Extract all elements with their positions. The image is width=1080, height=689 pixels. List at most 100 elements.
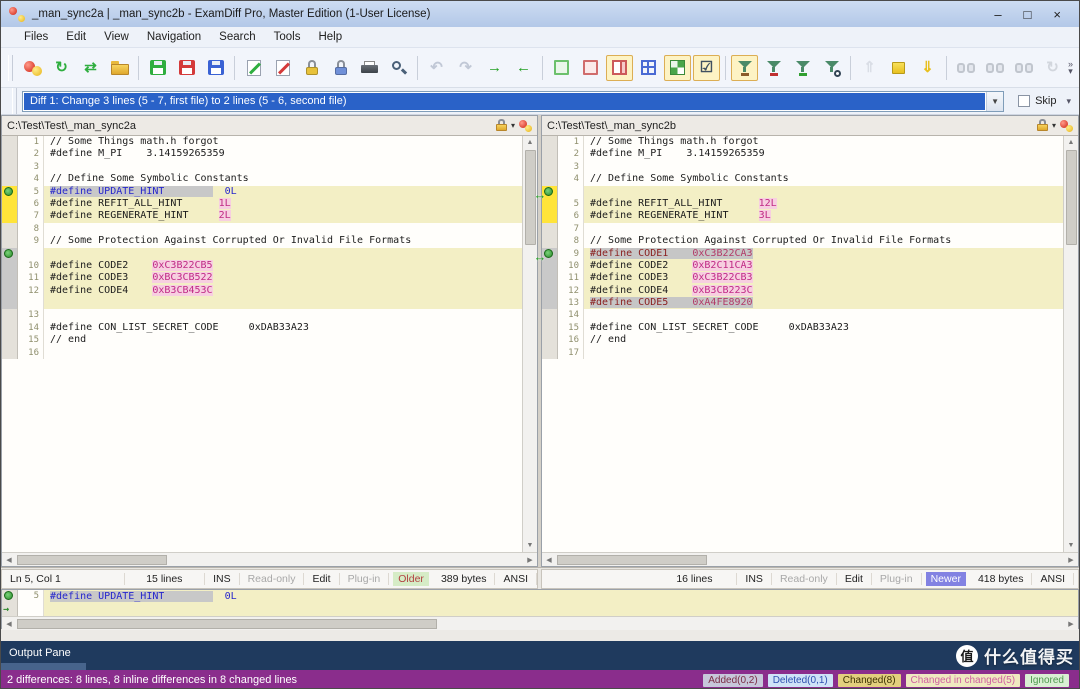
- menu-files[interactable]: Files: [15, 29, 57, 45]
- status-older[interactable]: Older: [393, 572, 429, 586]
- scrollbar-thumb[interactable]: [17, 555, 167, 565]
- right-code-line[interactable]: 2#define M_PI 3.14159265359: [542, 148, 1063, 160]
- filter-include-icon[interactable]: [789, 55, 816, 81]
- detail-horizontal-scrollbar[interactable]: ◀ ▶: [2, 616, 1078, 630]
- left-code-line[interactable]: 10#define CODE2 0xC3B22CB5: [2, 260, 522, 272]
- compare-icon[interactable]: [519, 120, 532, 132]
- current-block-icon[interactable]: [885, 55, 912, 81]
- save-both-icon[interactable]: [202, 55, 229, 81]
- badge-ignored[interactable]: Ignored: [1025, 674, 1069, 687]
- left-code-line[interactable]: 14#define CON_LIST_SECRET_CODE 0xDAB33A2…: [2, 322, 522, 334]
- detail-code-line[interactable]: →: [2, 603, 1078, 616]
- sync-arrow-icon[interactable]: ↔: [521, 187, 559, 202]
- right-code-line[interactable]: 10#define CODE2 0xB2C11CA3: [542, 260, 1063, 272]
- swap-panes-icon[interactable]: ⇄: [77, 55, 104, 81]
- left-code-line[interactable]: 7#define REGENERATE_HINT 2L: [2, 210, 522, 222]
- show-first-pane-icon[interactable]: [548, 55, 575, 81]
- save-second-icon[interactable]: [173, 55, 200, 81]
- left-code-line[interactable]: 2#define M_PI 3.14159265359: [2, 148, 522, 160]
- open-files-icon[interactable]: [106, 55, 133, 81]
- right-code-line[interactable]: 8// Some Protection Against Corrupted Or…: [542, 235, 1063, 247]
- left-code-line[interactable]: 12#define CODE4 0xB3CB453C: [2, 285, 522, 297]
- left-code-line[interactable]: 8: [2, 223, 522, 235]
- print-icon[interactable]: [356, 55, 383, 81]
- app-icon[interactable]: [9, 7, 25, 22]
- copy-down-icon[interactable]: ⇓: [914, 55, 941, 81]
- menu-edit[interactable]: Edit: [57, 29, 95, 45]
- right-code-line[interactable]: 5#define REFIT_ALL_HINT 12L: [542, 198, 1063, 210]
- badge-deleted-0-1[interactable]: Deleted(0,1): [768, 674, 833, 687]
- split-view-icon[interactable]: [606, 55, 633, 81]
- menu-tools[interactable]: Tools: [265, 29, 310, 45]
- right-code-line[interactable]: [542, 186, 1063, 198]
- scrollbar-thumb[interactable]: [557, 555, 707, 565]
- scroll-right-icon[interactable]: ▶: [523, 556, 537, 564]
- diff-marker-icon[interactable]: [2, 590, 18, 603]
- status-edit[interactable]: Edit: [304, 573, 339, 585]
- right-code-line[interactable]: 9#define CODE1 0xC3B22CA3: [542, 248, 1063, 260]
- right-code-line[interactable]: 12#define CODE4 0xB3CB223C: [542, 285, 1063, 297]
- right-code-line[interactable]: 4// Define Some Symbolic Constants: [542, 173, 1063, 185]
- diff-combo[interactable]: Diff 1: Change 3 lines (5 - 7, first fil…: [22, 91, 1004, 112]
- status-edit[interactable]: Edit: [837, 573, 872, 585]
- close-button[interactable]: ×: [1053, 7, 1061, 22]
- left-code-line[interactable]: 13: [2, 309, 522, 321]
- scroll-up-icon[interactable]: ▲: [523, 136, 537, 149]
- left-code-line[interactable]: 5#define UPDATE_HINT 0L: [2, 186, 522, 198]
- left-code-line[interactable]: 1// Some Things math.h forgot: [2, 136, 522, 148]
- status-read-only[interactable]: Read-only: [240, 573, 305, 585]
- show-differences-icon[interactable]: [664, 55, 691, 81]
- sync-arrow-icon[interactable]: ↔: [521, 249, 559, 264]
- edit-second-icon[interactable]: [269, 55, 296, 81]
- right-horizontal-scrollbar[interactable]: ◀ ▶: [542, 552, 1078, 566]
- left-code-area[interactable]: 1// Some Things math.h forgot2#define M_…: [2, 136, 522, 552]
- zoom-icon[interactable]: [385, 55, 412, 81]
- left-code-line[interactable]: 15// end: [2, 334, 522, 346]
- right-code-line[interactable]: 7: [542, 223, 1063, 235]
- checkbox-icon[interactable]: [1018, 95, 1030, 107]
- left-code-line[interactable]: 4// Define Some Symbolic Constants: [2, 173, 522, 185]
- scroll-right-icon[interactable]: ▶: [1064, 556, 1078, 564]
- right-code-line[interactable]: 15#define CON_LIST_SECRET_CODE 0xDAB33A2…: [542, 322, 1063, 334]
- status-plug-in[interactable]: Plug-in: [872, 573, 922, 585]
- next-diff-icon[interactable]: →: [481, 55, 508, 81]
- right-code-line[interactable]: 16// end: [542, 334, 1063, 346]
- badge-changed-in-changed-5[interactable]: Changed in changed(5): [906, 674, 1021, 687]
- left-code-line[interactable]: 6#define REFIT_ALL_HINT 1L: [2, 198, 522, 210]
- grid-view-icon[interactable]: [635, 55, 662, 81]
- scrollbar-thumb[interactable]: [17, 619, 437, 629]
- menu-search[interactable]: Search: [210, 29, 264, 45]
- left-code-line[interactable]: [2, 248, 522, 260]
- compare-icon[interactable]: [1060, 120, 1073, 132]
- left-code-line[interactable]: 9// Some Protection Against Corrupted Or…: [2, 235, 522, 247]
- minimize-button[interactable]: –: [994, 7, 1001, 22]
- scroll-left-icon[interactable]: ◀: [2, 556, 16, 564]
- diff-combo-selected[interactable]: Diff 1: Change 3 lines (5 - 7, first fil…: [24, 93, 985, 110]
- right-code-line[interactable]: 6#define REGENERATE_HINT 3L: [542, 210, 1063, 222]
- scrollbar-thumb[interactable]: [1066, 150, 1077, 245]
- filter-exclude-icon[interactable]: [760, 55, 787, 81]
- save-first-icon[interactable]: [144, 55, 171, 81]
- status-ins[interactable]: INS: [737, 573, 772, 585]
- menu-navigation[interactable]: Navigation: [138, 29, 210, 45]
- chevron-down-icon[interactable]: ▾: [1052, 121, 1056, 130]
- edit-first-icon[interactable]: [240, 55, 267, 81]
- right-code-line[interactable]: 3: [542, 161, 1063, 173]
- lock-icon[interactable]: [1037, 119, 1048, 132]
- show-checked-icon[interactable]: ☑: [693, 55, 720, 81]
- scroll-down-icon[interactable]: ▼: [1064, 539, 1078, 552]
- detail-code-line[interactable]: 5#define UPDATE_HINT 0L: [2, 590, 1078, 603]
- left-code-line[interactable]: [2, 297, 522, 309]
- chevron-down-icon[interactable]: ▼: [986, 92, 1003, 111]
- filter-edit-icon[interactable]: [818, 55, 845, 81]
- menu-view[interactable]: View: [95, 29, 138, 45]
- output-pane-tab[interactable]: [1, 663, 86, 670]
- compare-files-icon[interactable]: [19, 55, 46, 81]
- right-vertical-scrollbar[interactable]: ▲ ▼: [1063, 136, 1078, 552]
- scroll-left-icon[interactable]: ◀: [2, 620, 16, 628]
- left-code-line[interactable]: 16: [2, 347, 522, 359]
- status-read-only[interactable]: Read-only: [772, 573, 837, 585]
- chevron-down-icon[interactable]: ▾: [511, 121, 515, 130]
- badge-added-0-2[interactable]: Added(0,2): [703, 674, 762, 687]
- diffbar-overflow-icon[interactable]: ▾: [1066, 96, 1071, 107]
